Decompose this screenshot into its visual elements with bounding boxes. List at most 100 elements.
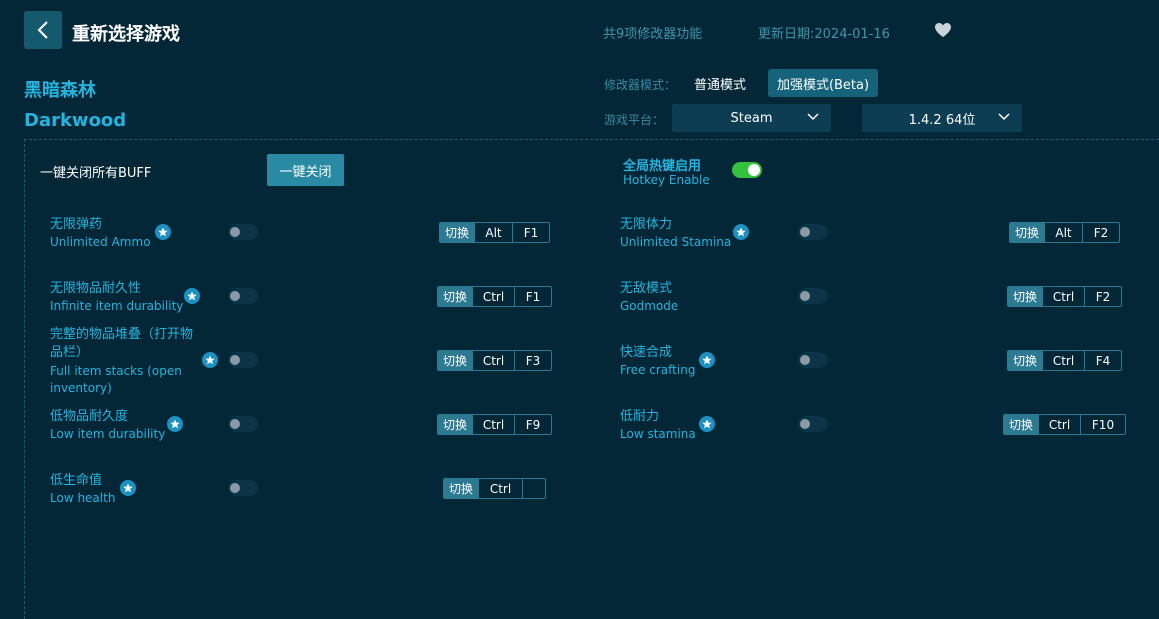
switch-label: 切换 <box>444 479 478 498</box>
toggle-knob <box>800 419 810 429</box>
feature-toggle[interactable] <box>798 224 828 240</box>
mode-beta-button[interactable]: 加强模式(Beta) <box>768 69 878 97</box>
switch-label: 切换 <box>438 351 472 370</box>
star-icon <box>733 224 749 240</box>
hotkey-key: F2 <box>1082 223 1119 242</box>
switch-label: 切换 <box>1008 287 1042 306</box>
hotkey-group[interactable]: 切换 Alt F1 <box>439 222 550 243</box>
feature-toggle[interactable] <box>228 288 258 304</box>
feature-label-cn: 快速合成 <box>620 345 673 360</box>
toggle-knob <box>748 164 760 176</box>
feature-count: 共9项修改器功能 <box>603 27 703 42</box>
hotkey-key: F1 <box>514 287 551 306</box>
feature-label-cn: 无敌模式 <box>620 281 673 296</box>
hotkey-key: F1 <box>512 223 549 242</box>
feature-label-cn: 无限体力 <box>620 217 673 232</box>
switch-label: 切换 <box>440 223 474 242</box>
star-icon <box>155 224 171 240</box>
feature-label-cn: 低生命值 <box>50 473 103 488</box>
platform-label: 游戏平台： <box>604 113 665 127</box>
star-icon <box>184 288 200 304</box>
chevron-down-icon <box>998 113 1010 121</box>
feature-label-cn: 无限弹药 <box>50 217 103 232</box>
hotkey-key: Ctrl <box>472 415 514 434</box>
chevron-down-icon <box>807 113 819 121</box>
hotkey-key: F4 <box>1084 351 1121 370</box>
feature-toggle[interactable] <box>228 480 258 496</box>
toggle-knob <box>800 227 810 237</box>
feature-label-en: Free crafting <box>620 363 696 377</box>
feature-toggle[interactable] <box>228 352 258 368</box>
feature-toggle[interactable] <box>228 416 258 432</box>
switch-label: 切换 <box>1004 415 1038 434</box>
heart-icon[interactable] <box>934 22 952 38</box>
hotkey-key: F3 <box>514 351 551 370</box>
feature-label-cn: 低耐力 <box>620 409 660 424</box>
hotkey-enable-label-cn: 全局热键启用 <box>623 159 702 174</box>
version-select[interactable]: 1.4.2 64位 <box>862 104 1022 132</box>
hotkey-enable-toggle[interactable] <box>732 162 762 178</box>
feature-label-en: Unlimited Ammo <box>50 235 151 249</box>
hotkey-group[interactable]: 切换 Ctrl F10 <box>1003 414 1126 435</box>
hotkey-key: F2 <box>1084 287 1121 306</box>
feature-toggle[interactable] <box>798 288 828 304</box>
hotkey-group[interactable]: 切换 Ctrl F1 <box>437 286 552 307</box>
feature-label-en: Godmode <box>620 299 679 313</box>
hotkey-group[interactable]: 切换 Ctrl F9 <box>437 414 552 435</box>
switch-label: 切换 <box>1008 351 1042 370</box>
feature-toggle[interactable] <box>228 224 258 240</box>
feature-label-cn: 完整的物品堆叠（打开物品栏） <box>50 327 194 360</box>
platform-select[interactable]: Steam <box>672 104 831 132</box>
star-icon <box>202 352 218 368</box>
switch-label: 切换 <box>438 415 472 434</box>
hotkey-key: Ctrl <box>472 287 514 306</box>
back-button[interactable] <box>24 11 62 49</box>
close-all-button[interactable]: 一键关闭 <box>267 154 344 186</box>
toggle-knob <box>230 355 240 365</box>
switch-label: 切换 <box>1010 223 1044 242</box>
hotkey-key: Alt <box>474 223 512 242</box>
star-icon <box>699 416 715 432</box>
toggle-knob <box>230 291 240 301</box>
toggle-knob <box>230 227 240 237</box>
star-icon <box>167 416 183 432</box>
toggle-knob <box>230 419 240 429</box>
feature-label-en: Low item durability <box>50 427 166 441</box>
hotkey-group[interactable]: 切换 Ctrl <box>443 478 546 499</box>
close-all-label: 一键关闭所有BUFF <box>40 166 152 181</box>
star-icon <box>699 352 715 368</box>
feature-label-en: Low health <box>50 491 116 505</box>
hotkey-group[interactable]: 切换 Ctrl F3 <box>437 350 552 371</box>
hotkey-key: Ctrl <box>1042 351 1084 370</box>
star-icon <box>120 480 136 496</box>
hotkey-key: Ctrl <box>1042 287 1084 306</box>
hotkey-key: F9 <box>514 415 551 434</box>
chevron-left-icon <box>37 21 48 39</box>
hotkey-key: F10 <box>1080 415 1125 434</box>
hotkey-key: Ctrl <box>1038 415 1080 434</box>
hotkey-group[interactable]: 切换 Alt F2 <box>1009 222 1120 243</box>
hotkey-key <box>522 479 545 498</box>
toggle-knob <box>800 355 810 365</box>
hotkey-group[interactable]: 切换 Ctrl F4 <box>1007 350 1122 371</box>
feature-label-en: Infinite item durability <box>50 299 184 313</box>
feature-label-cn: 无限物品耐久性 <box>50 281 142 296</box>
feature-label-en: Unlimited Stamina <box>620 235 732 249</box>
feature-toggle[interactable] <box>798 352 828 368</box>
feature-toggle[interactable] <box>798 416 828 432</box>
toggle-knob <box>800 291 810 301</box>
mode-normal-button[interactable]: 普通模式 <box>694 74 746 93</box>
hotkey-enable-label-en: Hotkey Enable <box>623 173 710 187</box>
hotkey-key: Ctrl <box>472 351 514 370</box>
switch-label: 切换 <box>438 287 472 306</box>
feature-label-en: Full item stacks (open inventory) <box>50 364 182 395</box>
toggle-knob <box>230 483 240 493</box>
hotkey-group[interactable]: 切换 Ctrl F2 <box>1007 286 1122 307</box>
hotkey-key: Ctrl <box>478 479 522 498</box>
feature-label-cn: 低物品耐久度 <box>50 409 129 424</box>
update-date: 更新日期:2024-01-16 <box>758 27 890 42</box>
back-title: 重新选择游戏 <box>72 24 180 45</box>
mode-label: 修改器模式： <box>604 78 677 92</box>
game-title-en: Darkwood <box>24 110 127 131</box>
game-title-cn: 黑暗森林 <box>24 80 96 101</box>
